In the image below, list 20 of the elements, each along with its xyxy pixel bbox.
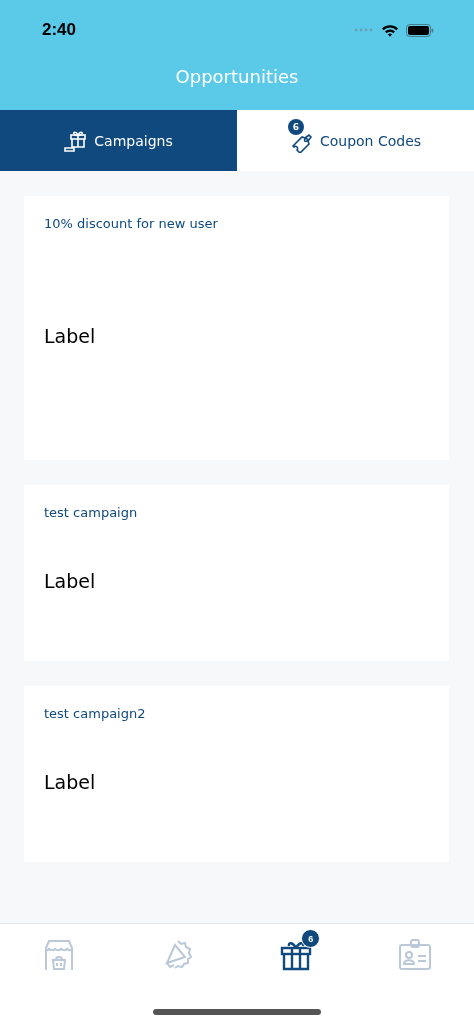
- signal-icon: [354, 28, 374, 32]
- card-label: Label: [44, 769, 96, 795]
- nav-tab[interactable]: 6: [237, 924, 356, 986]
- card-label: Label: [44, 323, 96, 349]
- campaign-card[interactable]: 10% discount for new user Label: [24, 196, 449, 460]
- count-badge: 6: [287, 118, 304, 135]
- card-title: 10% discount for new user: [44, 216, 218, 231]
- page-title: Opportunities: [174, 66, 300, 87]
- tab[interactable]: Campaigns: [0, 110, 237, 171]
- wifi-icon: [381, 23, 399, 37]
- id-card-icon: [397, 938, 432, 972]
- campaign-card[interactable]: test campaign2 Label: [24, 686, 449, 862]
- count-badge: 6: [301, 929, 321, 948]
- status-time: 2:40: [42, 20, 77, 40]
- card-title: test campaign2: [44, 706, 146, 721]
- tab[interactable]: 6 Coupon Codes: [237, 110, 474, 171]
- battery-icon: [406, 23, 434, 37]
- campaign-card[interactable]: test campaign Label: [24, 485, 449, 661]
- card-title: test campaign: [44, 505, 138, 520]
- card-label: Label: [44, 568, 96, 594]
